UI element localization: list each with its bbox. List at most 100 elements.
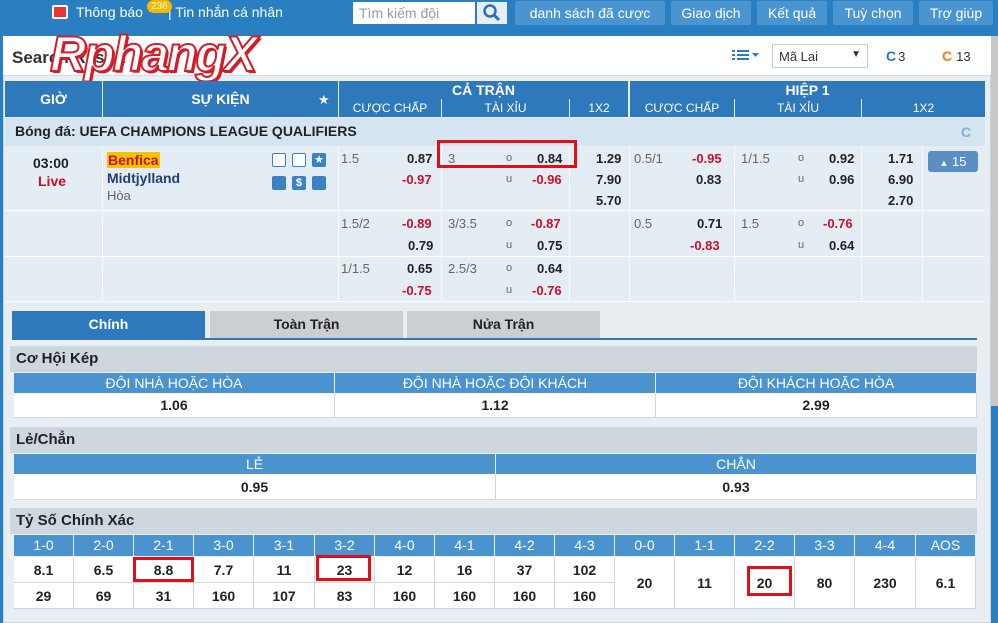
handicap-away-odds[interactable]: -0.97 [402, 172, 432, 187]
half-away-win-odds[interactable]: 6.90 [888, 172, 913, 187]
score-odds[interactable]: 160 [495, 583, 555, 609]
half-over-odds[interactable]: -0.76 [823, 216, 853, 231]
score-odds[interactable]: 20 [615, 557, 675, 609]
stats-icon[interactable] [272, 153, 286, 167]
score-header: 3-3 [795, 535, 854, 556]
header-over-under: TÀI XỈU [442, 99, 569, 117]
under-label: u [506, 173, 513, 185]
score-odds[interactable]: 8.1 [14, 557, 74, 583]
score-odds[interactable]: 160 [555, 583, 615, 609]
handicap-home-odds[interactable]: 0.65 [407, 261, 432, 276]
transactions-button[interactable]: Giao dịch [671, 1, 751, 25]
score-odds[interactable]: 37 [495, 557, 555, 583]
under-odds[interactable]: -0.76 [532, 283, 562, 298]
more-markets-button[interactable]: ▲ 15 [928, 151, 978, 172]
score-header: 3-1 [254, 535, 314, 556]
half-handicap-away-odds[interactable]: -0.83 [690, 238, 720, 253]
under-odds[interactable]: 0.75 [537, 238, 562, 253]
score-odds[interactable]: 102 [555, 557, 615, 583]
score-odds[interactable]: 6.5 [74, 557, 134, 583]
score-odds[interactable]: 16 [435, 557, 495, 583]
away-win-odds[interactable]: 7.90 [596, 172, 621, 187]
half-home-win-odds[interactable]: 1.71 [888, 151, 913, 166]
ou-line: 2.5/3 [448, 261, 477, 276]
header-handicap: CƯỢC CHẤP [339, 99, 441, 117]
over-odds[interactable]: -0.87 [531, 216, 561, 231]
score-odds[interactable]: 12 [375, 557, 435, 583]
score-odds[interactable]: 80 [795, 557, 855, 609]
over-label: o [798, 217, 805, 229]
bet-list-button[interactable]: danh sách đã cược [515, 1, 665, 25]
half-draw-odds[interactable]: 2.70 [888, 193, 913, 208]
live-odds-icon[interactable] [312, 176, 326, 190]
score-odds[interactable]: 160 [435, 583, 495, 609]
score-odds[interactable]: 29 [14, 583, 74, 609]
half-handicap-home-odds[interactable]: -0.95 [692, 151, 722, 166]
half-handicap-away-odds[interactable]: 0.83 [696, 172, 721, 187]
refresh-icon: C [942, 48, 953, 64]
odds-type-select[interactable]: Mã Lai ▼ [772, 44, 868, 68]
handicap-line: 1.5/2 [341, 216, 370, 231]
score-odds[interactable]: 7.7 [194, 557, 254, 583]
double-chance-odds[interactable]: 1.12 [335, 393, 656, 418]
handicap-away-odds[interactable]: 0.79 [408, 238, 433, 253]
score-header: 3-2 [315, 535, 374, 556]
results-button[interactable]: Kết quả [757, 1, 827, 25]
home-win-odds[interactable]: 1.29 [596, 151, 621, 166]
odd-header: LẺ [14, 454, 495, 474]
score-odds[interactable]: 69 [74, 583, 134, 609]
score-odds[interactable]: 6.1 [916, 557, 976, 609]
handicap-home-odds[interactable]: -0.89 [402, 216, 432, 231]
over-odds[interactable]: 0.64 [537, 261, 562, 276]
header-half-over-under: TÀI XỈU [735, 99, 861, 117]
team-search-input[interactable] [353, 2, 475, 24]
handicap-home-odds[interactable]: 0.87 [407, 151, 432, 166]
view-toggle[interactable] [732, 48, 760, 62]
double-chance-odds[interactable]: 1.06 [14, 393, 335, 418]
score-odds[interactable]: 31 [134, 583, 194, 609]
odds-type-value: Mã Lai [779, 49, 819, 64]
odd-odds[interactable]: 0.95 [14, 474, 496, 500]
star-icon[interactable]: ★ [318, 92, 330, 108]
home-team[interactable]: Benfica [107, 152, 160, 168]
chart-icon[interactable] [272, 176, 286, 190]
half-under-odds[interactable]: 0.96 [829, 172, 854, 187]
correct-score-title: Tỷ Số Chính Xác [10, 508, 977, 534]
score-odds[interactable]: 230 [855, 557, 916, 609]
refresh-live-button[interactable]: C 3 [886, 48, 905, 64]
help-button[interactable]: Trợ giúp [919, 1, 993, 25]
half-over-odds[interactable]: 0.92 [829, 151, 854, 166]
away-team[interactable]: Midtjylland [107, 170, 180, 186]
score-odds[interactable]: 83 [315, 583, 375, 609]
favorite-star-icon[interactable]: ★ [312, 153, 326, 167]
score-odds[interactable]: 107 [254, 583, 315, 609]
header-time: GIỜ [5, 81, 102, 117]
tab-half-time[interactable]: Nửa Trận [407, 311, 600, 338]
refresh-all-button[interactable]: C 13 [942, 48, 971, 64]
score-odds[interactable]: 11 [675, 557, 735, 609]
scrollbar[interactable] [991, 36, 998, 406]
half-under-odds[interactable]: 0.64 [829, 238, 854, 253]
draw-odds[interactable]: 5.70 [596, 193, 621, 208]
half-handicap-home-odds[interactable]: 0.71 [697, 216, 722, 231]
personal-messages-link[interactable]: | Tin nhắn cá nhân [168, 4, 283, 20]
notification-count-badge: 236 [147, 0, 172, 13]
tab-main[interactable]: Chính [12, 311, 205, 338]
refresh-icon[interactable]: C [961, 124, 971, 140]
header-1x2: 1X2 [570, 99, 628, 117]
score-odds[interactable]: 160 [375, 583, 435, 609]
dollar-icon[interactable]: $ [292, 176, 306, 190]
lineup-icon[interactable] [292, 153, 306, 167]
handicap-away-odds[interactable]: -0.75 [402, 283, 432, 298]
highlight-box [133, 557, 194, 582]
tab-full-time[interactable]: Toàn Trận [210, 311, 403, 338]
score-odds[interactable]: 11 [254, 557, 315, 583]
even-odds[interactable]: 0.93 [496, 474, 977, 500]
under-label: u [506, 284, 513, 296]
options-button[interactable]: Tuỳ chọn [833, 1, 913, 25]
double-chance-odds[interactable]: 2.99 [656, 393, 977, 418]
score-odds[interactable]: 160 [194, 583, 254, 609]
search-button[interactable] [477, 2, 507, 24]
under-odds[interactable]: -0.96 [532, 172, 562, 187]
notification-link[interactable]: Thông báo 236 | Tin nhắn cá nhân [52, 0, 283, 20]
